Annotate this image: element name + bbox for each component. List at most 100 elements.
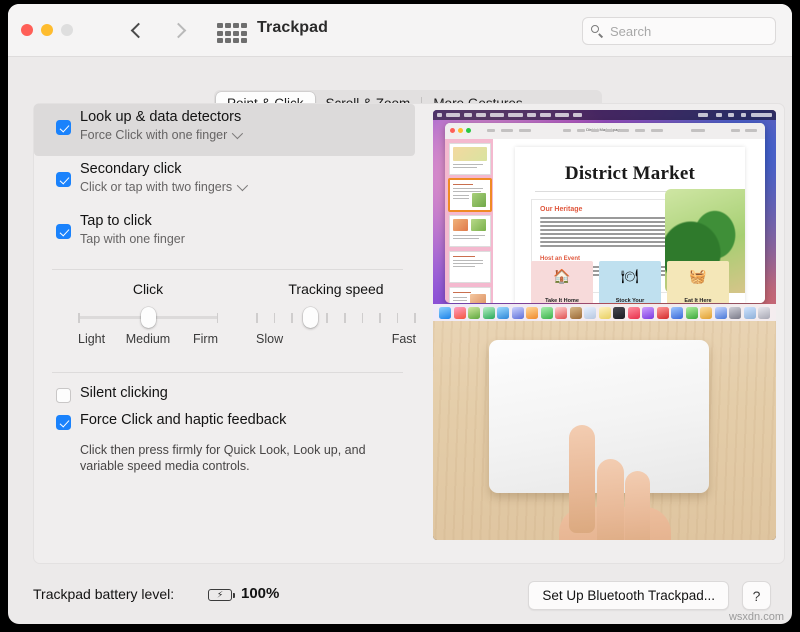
- footer-bar: Trackpad battery level: ⚡ 100% Set Up Bl…: [8, 570, 792, 624]
- option-subtitle-text: Click or tap with two fingers: [80, 180, 232, 194]
- basket-icon: 🧺: [689, 269, 706, 283]
- dock-app[interactable]: [657, 307, 669, 319]
- tile-caption: Eat It Here: [667, 298, 729, 303]
- dock-app[interactable]: [454, 307, 466, 319]
- page-thumbnail-current[interactable]: [449, 179, 491, 211]
- option-force-click[interactable]: Force Click and haptic feedback: [34, 410, 421, 437]
- help-button[interactable]: ?: [742, 581, 771, 610]
- set-up-bluetooth-trackpad-button[interactable]: Set Up Bluetooth Trackpad...: [528, 581, 729, 610]
- search-field[interactable]: Search: [582, 17, 776, 45]
- dock-app[interactable]: [700, 307, 712, 319]
- dock-app-finder[interactable]: [439, 307, 451, 319]
- slider-tick: [274, 313, 276, 323]
- dock-app[interactable]: [541, 307, 553, 319]
- dock-app[interactable]: [483, 307, 495, 319]
- dock-trash[interactable]: [758, 307, 770, 319]
- pages-app-window: District Market.pages: [445, 123, 765, 303]
- dock-app-appstore[interactable]: [715, 307, 727, 319]
- slider-tick: [256, 313, 258, 323]
- dock-app[interactable]: [584, 307, 596, 319]
- search-placeholder: Search: [610, 24, 651, 39]
- dock-app-music[interactable]: [628, 307, 640, 319]
- option-look-up-data-detectors[interactable]: Look up & data detectors Force Click wit…: [34, 104, 415, 156]
- title-bar: Trackpad Search: [8, 4, 792, 57]
- page-thumbnail[interactable]: [449, 287, 491, 303]
- checkbox-look-up-data-detectors[interactable]: [56, 120, 71, 135]
- checkbox-secondary-click[interactable]: [56, 172, 71, 187]
- ring-finger: [625, 471, 650, 540]
- chevron-down-icon[interactable]: [232, 128, 243, 139]
- dock-app[interactable]: [555, 307, 567, 319]
- option-title: Force Click and haptic feedback: [80, 412, 286, 428]
- dock-app[interactable]: [570, 307, 582, 319]
- trackpad-preview-media: District Market.pages: [433, 110, 776, 540]
- tile-stock-your: 🍽 Stock Your: [599, 261, 661, 303]
- dock-app[interactable]: [468, 307, 480, 319]
- divider-bottom: [52, 372, 403, 373]
- dock-app-settings[interactable]: [729, 307, 741, 319]
- dock-app[interactable]: [686, 307, 698, 319]
- option-title: Tap to click: [80, 213, 152, 229]
- zoom-button[interactable]: [61, 24, 73, 36]
- option-secondary-click[interactable]: Secondary click Click or tap with two fi…: [34, 156, 421, 208]
- index-finger: [569, 425, 595, 533]
- minimize-button[interactable]: [41, 24, 53, 36]
- plate-icon: 🍽: [621, 269, 639, 283]
- tracking-speed-thumb[interactable]: [303, 307, 318, 328]
- back-button[interactable]: [126, 18, 150, 42]
- dock-app[interactable]: [599, 307, 611, 319]
- checkbox-force-click[interactable]: [56, 415, 71, 430]
- dock-app[interactable]: [512, 307, 524, 319]
- preview-desktop-screenshot: District Market.pages: [433, 110, 776, 321]
- pages-traffic-lights: [450, 128, 471, 133]
- slider-tick: [344, 313, 346, 323]
- click-slider-group: Click Light Medium Firm: [78, 281, 218, 348]
- tile-eat-it-here: 🧺 Eat It Here: [667, 261, 729, 303]
- chevron-down-icon[interactable]: [237, 180, 248, 191]
- tick-label-firm: Firm: [193, 332, 218, 346]
- tracking-speed-label: Tracking speed: [256, 281, 416, 297]
- slider-tick: [397, 313, 399, 323]
- checkbox-tap-to-click[interactable]: [56, 224, 71, 239]
- option-tap-to-click[interactable]: Tap to click Tap with one finger: [34, 208, 421, 260]
- document-title: District Market: [515, 163, 745, 185]
- option-subtitle[interactable]: Force Click with one finger: [80, 128, 240, 142]
- dock-app[interactable]: [613, 307, 625, 319]
- dock-app[interactable]: [526, 307, 538, 319]
- battery-label: Trackpad battery level:: [33, 586, 174, 602]
- trackpad-preferences-window: Trackpad Search Point & Click Scroll & Z…: [8, 4, 792, 624]
- dock-app[interactable]: [497, 307, 509, 319]
- pages-thumbnail-sidebar: [445, 139, 493, 303]
- click-slider[interactable]: [78, 311, 218, 323]
- lightning-bolt-glyph: ⚡: [217, 591, 223, 600]
- tick-label-fast: Fast: [392, 332, 416, 346]
- option-subtitle-text: Tap with one finger: [80, 232, 185, 246]
- slider-tick: [379, 313, 381, 323]
- slider-tick: [78, 313, 80, 323]
- click-slider-ticks: Light Medium Firm: [78, 332, 218, 348]
- dock-app[interactable]: [671, 307, 683, 319]
- option-silent-clicking[interactable]: Silent clicking: [34, 383, 421, 410]
- close-button[interactable]: [21, 24, 33, 36]
- chevron-right-icon: [170, 22, 186, 38]
- dock-app[interactable]: [744, 307, 756, 319]
- page-thumbnail[interactable]: [449, 251, 491, 283]
- page-thumbnails: [449, 143, 489, 303]
- show-all-grid-icon[interactable]: [216, 22, 248, 44]
- tile-take-it-home: 🏠 Take It Home: [531, 261, 593, 303]
- page-title: Trackpad: [257, 19, 328, 37]
- forward-button[interactable]: [166, 18, 190, 42]
- hand: [543, 441, 693, 540]
- document-sheet: District Market Our Heritage: [515, 147, 745, 303]
- page-thumbnail[interactable]: [449, 215, 491, 247]
- page-thumbnail[interactable]: [449, 143, 491, 175]
- feature-tiles: 🏠 Take It Home 🍽 Stock Your 🧺 Eat It He: [531, 261, 729, 303]
- click-slider-thumb[interactable]: [141, 307, 156, 328]
- option-subtitle[interactable]: Click or tap with two fingers: [80, 180, 245, 194]
- menu-bar: [433, 110, 776, 120]
- dock-app[interactable]: [642, 307, 654, 319]
- tracking-speed-slider[interactable]: [256, 311, 416, 323]
- checkbox-silent-clicking[interactable]: [56, 388, 71, 403]
- pages-toolbar: District Market.pages: [445, 123, 765, 140]
- battery-charging-icon: ⚡: [208, 589, 232, 601]
